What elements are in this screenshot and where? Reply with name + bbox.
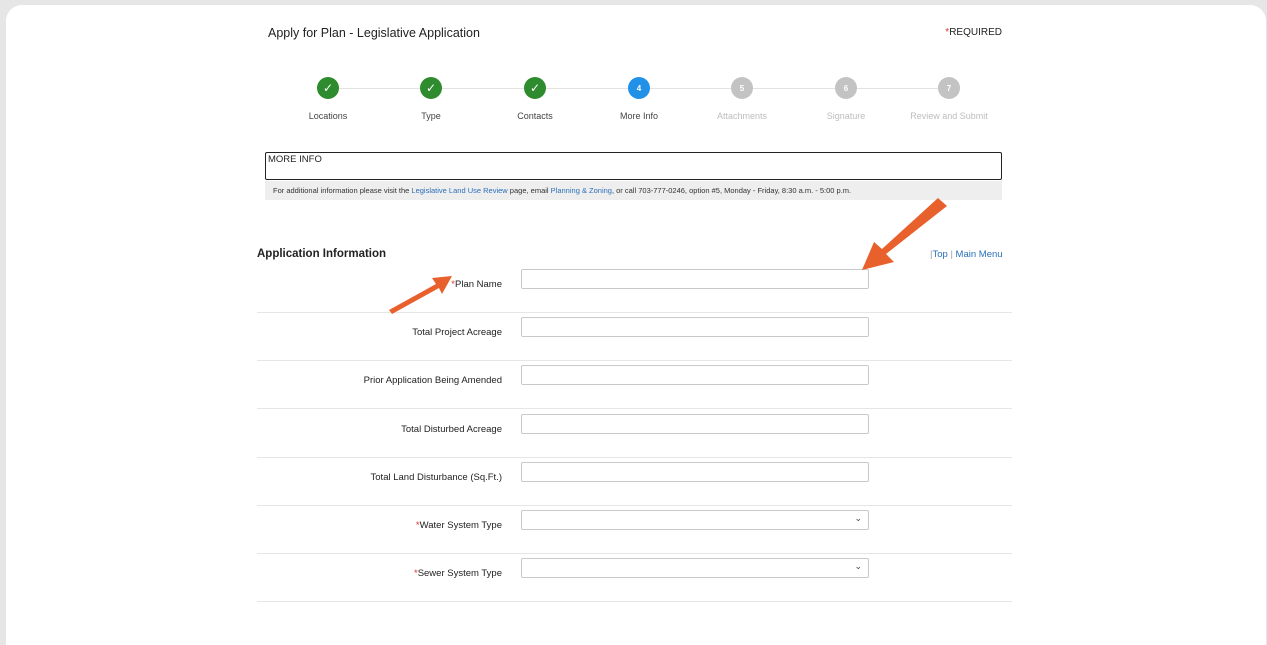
browser-window: Apply for Plan - Legislative Application… [6, 5, 1266, 645]
annotation-arrow-icon [389, 198, 947, 314]
